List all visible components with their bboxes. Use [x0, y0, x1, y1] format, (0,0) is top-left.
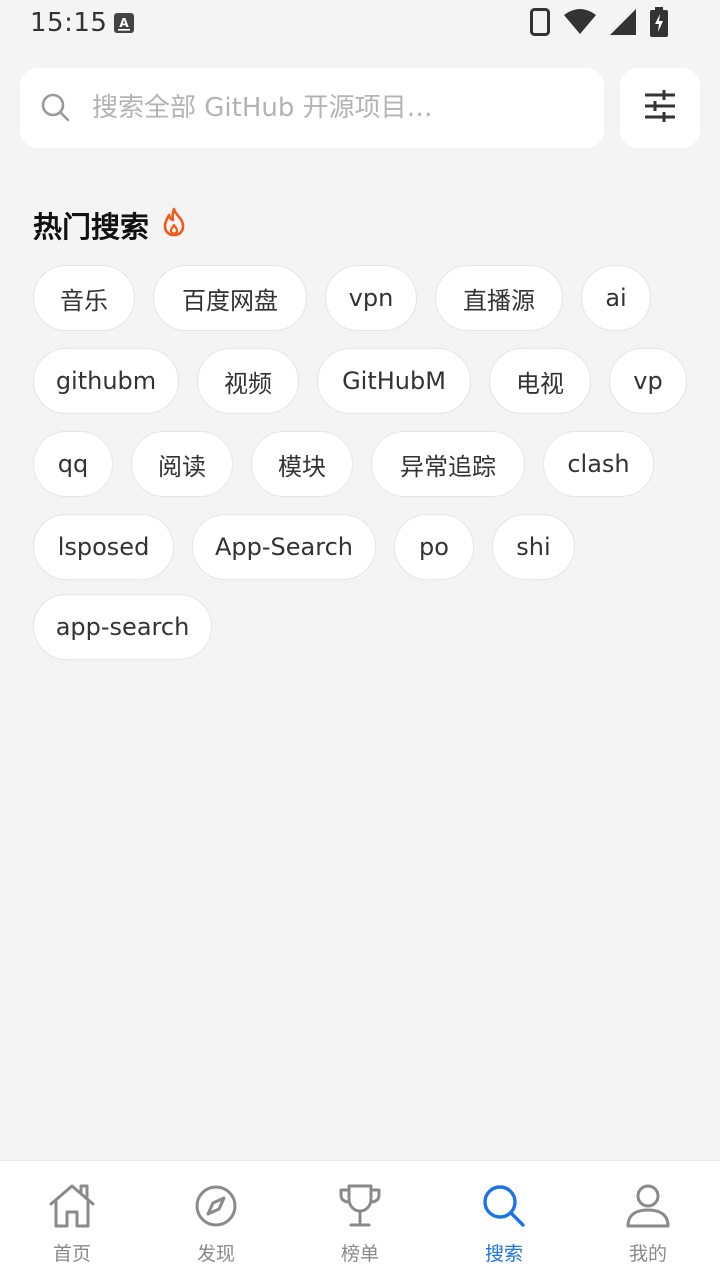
hot-tag[interactable]: 电视	[489, 348, 591, 414]
trophy-icon	[337, 1183, 383, 1233]
hot-tag[interactable]: vp	[609, 348, 687, 414]
filter-button[interactable]	[620, 68, 700, 148]
hot-tag[interactable]: 音乐	[33, 265, 135, 331]
hot-tag[interactable]: 阅读	[131, 431, 233, 497]
svg-text:A: A	[119, 16, 129, 30]
hot-tag[interactable]: po	[394, 514, 474, 580]
hot-tag[interactable]: 直播源	[435, 265, 563, 331]
hot-tag[interactable]: qq	[33, 431, 113, 497]
battery-charging-icon	[650, 7, 668, 41]
hot-tag[interactable]: shi	[492, 514, 575, 580]
status-bar: 15:15 A	[0, 0, 720, 48]
status-time: 15:15	[30, 8, 108, 38]
nav-item-profile[interactable]: 我的	[576, 1161, 720, 1280]
screen: 15:15 A 搜索全部 GitHub 开源项目… 热门搜索 音乐 百度网盘 v…	[0, 0, 720, 1280]
nav-item-discover[interactable]: 发现	[144, 1161, 288, 1280]
hot-tag[interactable]: 百度网盘	[153, 265, 307, 331]
search-icon	[481, 1183, 527, 1233]
search-icon	[40, 92, 70, 126]
keyboard-a-icon: A	[114, 13, 134, 37]
home-icon	[48, 1183, 96, 1233]
hot-search-title: 热门搜索	[33, 210, 150, 244]
search-input[interactable]	[92, 86, 532, 130]
hot-tag[interactable]: app-search	[33, 594, 212, 660]
wifi-icon	[564, 9, 596, 39]
hot-tag[interactable]: 模块	[251, 431, 353, 497]
bottom-nav: 首页 发现 榜单 搜索 我的	[0, 1160, 720, 1280]
hot-tag[interactable]: 异常追踪	[371, 431, 525, 497]
nav-label: 发现	[196, 1243, 235, 1265]
compass-icon	[193, 1183, 239, 1233]
status-icons	[530, 7, 668, 41]
nav-label: 搜索	[484, 1243, 523, 1265]
hot-tag[interactable]: 视频	[197, 348, 299, 414]
fire-icon	[163, 207, 185, 241]
hot-tag[interactable]: ai	[581, 265, 651, 331]
nav-label: 榜单	[340, 1243, 379, 1265]
phone-icon	[530, 8, 550, 40]
nav-item-search[interactable]: 搜索	[432, 1161, 576, 1280]
signal-icon	[610, 9, 636, 39]
sliders-icon	[643, 90, 677, 126]
hot-tag[interactable]: githubm	[33, 348, 179, 414]
hot-tag[interactable]: clash	[543, 431, 654, 497]
hot-tag[interactable]: App-Search	[192, 514, 376, 580]
nav-label: 首页	[52, 1243, 91, 1265]
user-icon	[625, 1183, 671, 1233]
nav-item-home[interactable]: 首页	[0, 1161, 144, 1280]
hot-tag[interactable]: vpn	[325, 265, 417, 331]
nav-label: 我的	[628, 1243, 667, 1265]
hot-tag[interactable]: lsposed	[33, 514, 174, 580]
hot-tag[interactable]: GitHubM	[317, 348, 471, 414]
nav-item-ranking[interactable]: 榜单	[288, 1161, 432, 1280]
